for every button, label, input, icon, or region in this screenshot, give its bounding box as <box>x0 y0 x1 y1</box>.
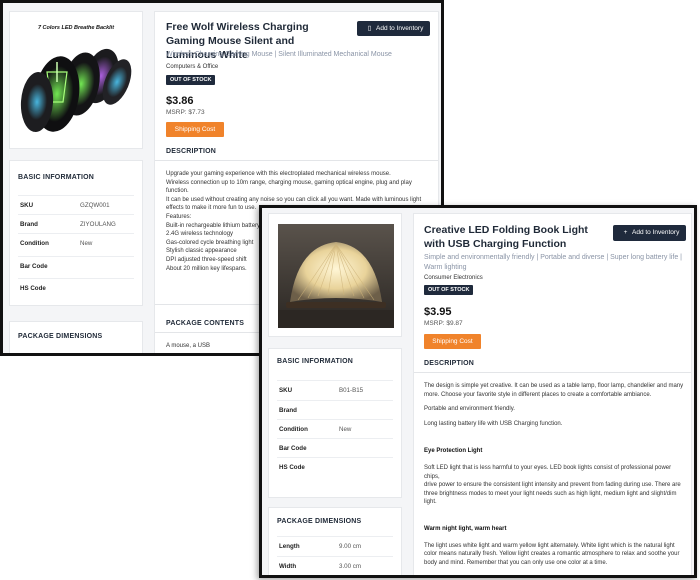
row-label: Width <box>279 563 297 570</box>
add-to-inventory-button[interactable]: ▯ Add to Inventory <box>357 21 430 36</box>
row-value: B01-B15 <box>339 387 364 394</box>
package-dimensions-heading: PACKAGE DIMENSIONS <box>18 333 103 340</box>
desc-line: Portable and environment friendly. <box>424 406 515 413</box>
desc-line: drive power to ensure the consistent lig… <box>424 482 681 489</box>
row-value: GZQW001 <box>80 202 110 209</box>
info-row-hscode: HS Code <box>277 457 393 476</box>
add-to-inventory-button[interactable]: + Add to Inventory <box>613 225 686 241</box>
desc-line: Soft LED light that is less harmful to y… <box>424 464 672 480</box>
add-to-inventory-label: Add to Inventory <box>376 25 424 32</box>
desc-line: light. <box>424 499 437 506</box>
row-label: Brand <box>279 407 297 414</box>
row-label: Condition <box>279 426 308 433</box>
info-row-condition: Condition New <box>18 233 134 252</box>
row-value: ZIYOULANG <box>80 221 116 228</box>
row-label: Length <box>279 543 300 550</box>
basic-information-card: BASIC INFORMATION SKU B01-B15 Brand Cond… <box>268 348 402 498</box>
shipping-cost-button[interactable]: Shipping Cost <box>424 334 481 349</box>
row-value: New <box>339 426 352 433</box>
product-image[interactable] <box>278 224 394 328</box>
info-row-condition: Condition New <box>277 419 393 438</box>
row-label: Brand <box>20 221 38 228</box>
row-label: Bar Code <box>279 445 307 452</box>
product-image-card: 7 Colors LED Breathe Backlit <box>9 11 143 149</box>
product-info-card: Creative LED Folding Book Light with USB… <box>413 213 692 575</box>
product-title: Creative LED Folding Book Light with USB… <box>424 224 588 250</box>
description-body: The design is simple yet creative. It ca… <box>424 382 688 567</box>
package-dimensions-card: PACKAGE DIMENSIONS Length 9.00 cm Width … <box>268 507 402 575</box>
info-row-brand: Brand ZIYOULANG <box>18 214 134 233</box>
info-row-sku: SKU B01-B15 <box>277 380 393 399</box>
info-row-hscode: HS Code <box>18 278 134 297</box>
package-contents-text: A mouse, a USB <box>166 343 211 349</box>
product-price: $3.95 <box>424 306 452 318</box>
desc-line: Long lasting battery life with USB Charg… <box>424 420 563 427</box>
mouse-photo-illustration <box>20 48 132 132</box>
row-label: Bar Code <box>20 263 48 270</box>
row-label: HS Code <box>20 285 46 292</box>
package-dimensions-card: PACKAGE DIMENSIONS <box>9 321 143 353</box>
info-row-sku: SKU GZQW001 <box>18 195 134 214</box>
stock-badge: OUT OF STOCK <box>424 285 474 295</box>
dim-row-length: Length 9.00 cm <box>277 536 393 555</box>
desc-line: body and mind. Remember that you can onl… <box>424 559 608 566</box>
product-subtitle: Wireless Charging Gaming Mouse | Silent … <box>166 51 392 58</box>
product-image[interactable]: 7 Colors LED Breathe Backlit <box>17 18 135 140</box>
product-image-card <box>268 213 402 337</box>
row-label: SKU <box>279 387 293 394</box>
plus-icon: + <box>623 229 628 236</box>
row-value: 3.00 cm <box>339 563 362 570</box>
product-subtitle: Simple and environmentally friendly | Po… <box>424 254 682 271</box>
row-value: New <box>80 240 93 247</box>
product-msrp: MSRP: $9.87 <box>424 320 463 327</box>
row-label: HS Code <box>279 464 305 471</box>
calendar-icon: ▯ <box>367 25 372 32</box>
row-label: SKU <box>20 202 34 209</box>
product-price: $3.86 <box>166 95 194 107</box>
row-value: 9.00 cm <box>339 543 362 550</box>
info-row-barcode: Bar Code <box>277 438 393 457</box>
info-row-brand: Brand <box>277 400 393 419</box>
description-heading: DESCRIPTION <box>166 148 217 155</box>
product-category[interactable]: Consumer Electronics <box>424 275 483 281</box>
warm-light-heading: Warm night light, warm heart <box>424 525 507 532</box>
desc-line: The design is simple yet creative. It ca… <box>424 383 684 389</box>
row-label: Condition <box>20 240 49 247</box>
desc-line: It can be used without creating any nois… <box>166 196 422 203</box>
desc-line: function. <box>166 188 189 195</box>
desc-line: Wireless connection up to 10m range, cha… <box>166 179 412 186</box>
basic-information-heading: BASIC INFORMATION <box>18 174 94 181</box>
package-dimensions-heading: PACKAGE DIMENSIONS <box>277 518 362 525</box>
product-window-book-light: Creative LED Folding Book Light with USB… <box>259 205 697 578</box>
product-category[interactable]: Computers & Office <box>166 64 218 70</box>
add-to-inventory-label: Add to Inventory <box>632 229 680 236</box>
divider <box>155 160 438 161</box>
stock-badge: OUT OF STOCK <box>166 75 216 85</box>
description-heading: DESCRIPTION <box>424 360 475 367</box>
desc-line: The light uses white light and warm yell… <box>424 542 675 549</box>
shipping-cost-button[interactable]: Shipping Cost <box>166 122 224 137</box>
product-msrp: MSRP: $7.73 <box>166 109 205 116</box>
basic-information-card: BASIC INFORMATION SKU GZQW001 Brand ZIYO… <box>9 160 143 306</box>
image-caption: 7 Colors LED Breathe Backlit <box>37 25 115 31</box>
info-row-barcode: Bar Code <box>18 256 134 275</box>
eye-protection-heading: Eye Protection Light <box>424 448 483 455</box>
package-contents-heading: PACKAGE CONTENTS <box>166 320 245 327</box>
divider <box>414 372 691 373</box>
desc-line: more. Choose your favorite style in diff… <box>424 391 652 398</box>
desc-line: three brightness modes to meet your ligh… <box>424 490 677 497</box>
desc-line: Upgrade your gaming experience with this… <box>166 171 391 177</box>
desc-line: color means naturally fresh. Yellow ligh… <box>424 551 680 558</box>
basic-information-heading: BASIC INFORMATION <box>277 358 353 365</box>
dim-row-width: Width 3.00 cm <box>277 556 393 575</box>
book-light-photo-illustration <box>278 224 394 328</box>
